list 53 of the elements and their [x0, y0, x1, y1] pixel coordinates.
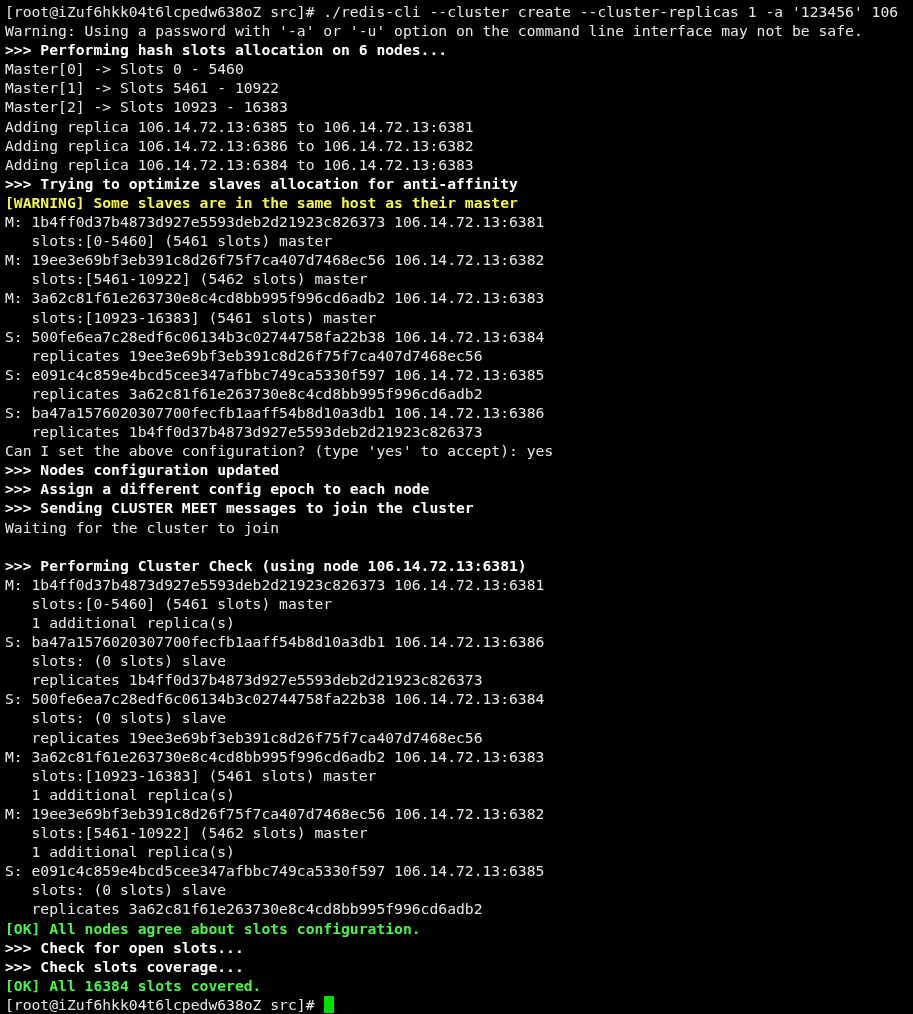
terminal-line: Master[1] -> Slots 5461 - 10922 [5, 78, 281, 98]
terminal-line: S: ba47a1576020307700fecfb1aaff54b8d10a3db1 106.14.72.13:6386 [5, 402, 546, 423]
terminal-line: Master[2] -> Slots 10923 - 16383 [5, 97, 289, 117]
terminal-line: S: e091c4c859e4bcd5cee347afbbc749ca5330f597 106.14.72.13:6385 [5, 861, 546, 881]
terminal-line: Adding replica 106.14.72.13:6385 to 106.14.72.13:6381 [5, 116, 475, 136]
terminal-line: 1 additional replica(s) [30, 613, 236, 633]
terminal-line: replicates 3a62c81f61e263730e8c4cd8bb995f996cd6adb2 [30, 899, 484, 919]
terminal-line: >>> Nodes configuration updated [5, 460, 281, 480]
terminal-line: M: 1b4ff0d37b4873d927e5593deb2d21923c826373 106.14.72.13:6381 [5, 212, 546, 232]
terminal-line: slots: (0 slots) slave [30, 651, 228, 671]
terminal-line: replicates 1b4ff0d37b4873d927e5593deb2d21923c826373 [30, 422, 484, 442]
terminal-line: 1 additional replica(s) [30, 842, 236, 862]
terminal-line: >>> Check for open slots... [5, 937, 245, 957]
terminal-line: Master[0] -> Slots 0 - 5460 [5, 59, 245, 79]
terminal-line: replicates 19ee3e69bf3eb391c8d26f75f7ca407d7468ec56 [30, 345, 484, 365]
terminal-line: slots: (0 slots) slave [30, 708, 228, 728]
terminal-line: slots:[0-5460] (5461 slots) master [30, 593, 334, 613]
terminal-line: >>> Assign a different config epoch to each node [5, 479, 431, 499]
terminal-line: slots:[0-5460] (5461 slots) master [30, 231, 334, 251]
terminal-line: S: 500fe6ea7c28edf6c06134b3c02744758fa22b38 106.14.72.13:6384 [5, 326, 546, 346]
terminal-line: Adding replica 106.14.72.13:6386 to 106.14.72.13:6382 [5, 135, 475, 155]
terminal-line: >>> Performing Cluster Check (using node 106.14.72.13:6381) [5, 555, 528, 575]
terminal-line: >>> Trying to optimize slaves allocation for anti-affinity [5, 173, 519, 193]
terminal-line: Adding replica 106.14.72.13:6384 to 106.14.72.13:6383 [5, 154, 475, 174]
terminal-line: slots:[5461-10922] (5462 slots) master [30, 823, 369, 843]
terminal-line: S: 500fe6ea7c28edf6c06134b3c02744758fa22b38 106.14.72.13:6384 [5, 689, 546, 709]
terminal-line: M: 1b4ff0d37b4873d927e5593deb2d21923c826373 106.14.72.13:6381 [5, 574, 546, 594]
terminal-line: M: 19ee3e69bf3eb391c8d26f75f7ca407d7468ec56 106.14.72.13:6382 [5, 250, 546, 270]
terminal-line: replicates 3a62c81f61e263730e8c4cd8bb995f996cd6adb2 [30, 383, 484, 403]
terminal-line: [OK] All 16384 slots covered. [5, 975, 263, 995]
terminal-line: [root@iZuf6hkk04t6lcpedw638oZ src]# ./redis-cli --cluster create --cluster-replicas 1 -a '123456' 106 [5, 2, 900, 22]
shell-prompt: [root@iZuf6hkk04t6lcpedw638oZ src]# [5, 994, 315, 1014]
terminal-line: [WARNING] Some slaves are in the same host as their master [5, 192, 519, 213]
terminal-line: >>> Performing hash slots allocation on 6 nodes... [5, 40, 449, 60]
terminal-line: [OK] All nodes agree about slots configuration. [5, 918, 422, 938]
terminal-line: slots:[5461-10922] (5462 slots) master [30, 269, 369, 289]
terminal-line: S: e091c4c859e4bcd5cee347afbbc749ca5330f597 106.14.72.13:6385 [5, 364, 546, 384]
terminal-line: Can I set the above configuration? (type 'yes' to accept): yes [5, 441, 555, 461]
terminal-line: S: ba47a1576020307700fecfb1aaff54b8d10a3db1 106.14.72.13:6386 [5, 632, 546, 652]
terminal-line: M: 3a62c81f61e263730e8c4cd8bb995f996cd6adb2 106.14.72.13:6383 [5, 288, 546, 308]
terminal-line: M: 3a62c81f61e263730e8c4cd8bb995f996cd6adb2 106.14.72.13:6383 [5, 746, 546, 766]
terminal-line: 1 additional replica(s) [30, 784, 236, 804]
terminal-line: slots:[10923-16383] (5461 slots) master [30, 307, 378, 327]
terminal-line: >>> Check slots coverage... [5, 956, 245, 976]
terminal-line: Warning: Using a password with '-a' or '-u' option on the command line interface may not be safe. [5, 21, 864, 41]
terminal-line: replicates 19ee3e69bf3eb391c8d26f75f7ca407d7468ec56 [30, 727, 484, 747]
terminal-line: slots:[10923-16383] (5461 slots) master [30, 765, 378, 785]
terminal-line: Waiting for the cluster to join [5, 517, 281, 537]
terminal-line: slots: (0 slots) slave [30, 880, 228, 900]
terminal-line: M: 19ee3e69bf3eb391c8d26f75f7ca407d7468ec56 106.14.72.13:6382 [5, 803, 546, 824]
terminal-line: replicates 1b4ff0d37b4873d927e5593deb2d21923c826373 [30, 670, 484, 690]
text-cursor [323, 995, 334, 1013]
terminal-line: >>> Sending CLUSTER MEET messages to join the cluster [5, 498, 475, 518]
